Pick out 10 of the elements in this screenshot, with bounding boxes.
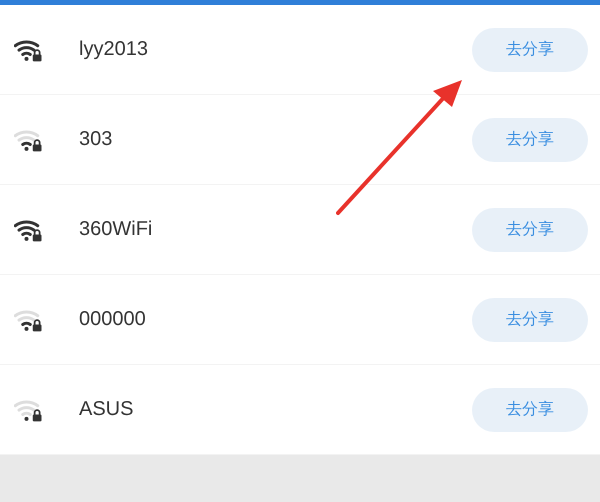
network-name: 360WiFi [79,218,154,241]
share-button[interactable]: 去分享 [472,28,588,72]
network-name: 000000 [79,308,147,331]
share-button[interactable]: 去分享 [472,388,588,432]
network-name: ASUS [79,398,134,421]
share-button[interactable]: 去分享 [472,118,588,162]
share-button[interactable]: 去分享 [472,208,588,252]
share-button[interactable]: 去分享 [472,298,588,342]
network-name: lyy2013 [79,38,149,61]
network-name: 303 [79,128,114,151]
